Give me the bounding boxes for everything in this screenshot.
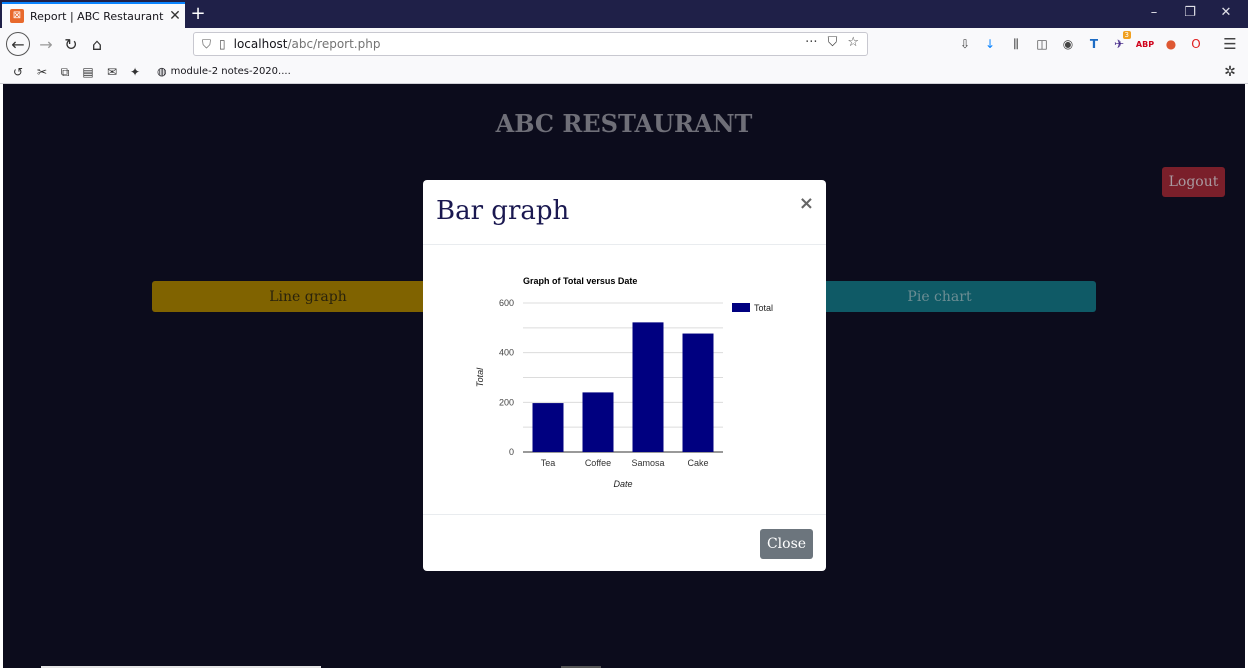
downloads-icon[interactable]: ↓ [981, 35, 999, 53]
y-axis-label: Total [475, 367, 485, 387]
address-bar[interactable]: ⛉ ▯ localhost/abc/report.php ··· ⛉ ☆ [193, 32, 868, 56]
legend-swatch [732, 303, 750, 312]
globe-icon: ◍ [157, 65, 167, 78]
history-icon[interactable]: ↺ [10, 64, 26, 80]
back-icon[interactable]: ← [6, 32, 30, 56]
x-tick-label: Cake [687, 458, 708, 468]
bookmark-module-notes[interactable]: ◍ module-2 notes-2020.... [157, 65, 291, 78]
tab-report[interactable]: ⊠ Report | ABC Restaurant ✕ [2, 2, 185, 28]
bookmark-star-icon[interactable]: ☆ [847, 35, 859, 50]
page-icon: ▯ [219, 37, 226, 51]
close-button[interactable]: Close [760, 529, 813, 559]
minimize-icon[interactable]: – [1144, 5, 1164, 20]
modal-close-icon[interactable]: × [799, 193, 814, 214]
x-axis-label: Date [613, 479, 632, 489]
x-tick-label: Coffee [585, 458, 611, 468]
restore-icon[interactable]: ❐ [1180, 5, 1200, 20]
logout-button[interactable]: Logout [1162, 167, 1225, 197]
pie-chart-button[interactable]: Pie chart [783, 281, 1096, 312]
bar-tea [532, 403, 564, 452]
modal-title: Bar graph [436, 196, 570, 226]
duckduckgo-icon[interactable]: ● [1162, 35, 1180, 53]
pocket-icon[interactable]: ⛉ [828, 35, 838, 50]
translate-extension-icon[interactable]: T [1085, 35, 1103, 53]
tab-strip: ⊠ Report | ABC Restaurant ✕ + – ❐ ✕ [0, 0, 1248, 28]
bar-cake [682, 333, 714, 452]
url-path: /abc/report.php [287, 37, 381, 51]
y-tick-label: 0 [509, 447, 514, 457]
bar-coffee [582, 392, 614, 452]
reload-icon[interactable]: ↻ [60, 33, 82, 55]
copy-icon[interactable]: ⧉ [57, 64, 73, 80]
modal-body: Graph of Total versus Date 0 200 400 600 Tota… [423, 246, 826, 514]
extensions-puzzle-icon[interactable]: ✦ [127, 64, 143, 80]
settings-gear-icon[interactable]: ✲ [1222, 64, 1238, 80]
email-icon[interactable]: ✉ [104, 64, 120, 80]
site-favicon-icon: ⊠ [10, 9, 24, 23]
chart-title: Graph of Total versus Date [523, 276, 637, 286]
y-tick-label: 600 [499, 298, 514, 308]
url-host: localhost [233, 37, 288, 51]
legend-label: Total [754, 303, 773, 313]
modal-footer: Close [423, 514, 826, 571]
x-tick-label: Samosa [631, 458, 664, 468]
y-tick-label: 400 [499, 348, 514, 358]
shield-icon[interactable]: ⛉ [202, 37, 211, 52]
opera-icon[interactable]: O [1187, 35, 1205, 53]
extension-badge: 3 [1122, 31, 1131, 39]
new-tab-icon[interactable]: + [189, 3, 207, 24]
modal-header: Bar graph × [423, 180, 826, 245]
x-tick-label: Tea [541, 458, 556, 468]
page-actions-icon[interactable]: ··· [805, 35, 817, 50]
adblock-icon[interactable]: ABP [1136, 35, 1154, 53]
bar-chart: Graph of Total versus Date 0 200 400 600 Tota… [475, 276, 773, 489]
save-page-icon[interactable]: ⇩ [956, 35, 974, 53]
close-window-icon[interactable]: ✕ [1216, 5, 1236, 20]
account-icon[interactable]: ◉ [1059, 35, 1077, 53]
y-tick-label: 200 [499, 397, 514, 407]
sidebar-icon[interactable]: ◫ [1033, 35, 1051, 53]
site-title: ABC RESTAURANT [495, 109, 753, 138]
bar-graph-modal: Bar graph × Graph of Total versus Date 0 2… [423, 180, 826, 571]
close-tab-icon[interactable]: ✕ [165, 8, 185, 24]
bar-samosa [632, 322, 664, 452]
navigation-toolbar: ← → ↻ ⌂ ⛉ ▯ localhost/abc/report.php ···… [0, 28, 1248, 60]
bookmarks-toolbar: ↺ ✂ ⧉ ▤ ✉ ✦ ◍ module-2 notes-2020.... ✲ [0, 60, 1248, 84]
line-graph-button[interactable]: Line graph [152, 281, 464, 312]
scroll-indicator [561, 666, 601, 668]
library-icon[interactable]: ⫼ [1007, 35, 1025, 53]
cut-icon[interactable]: ✂ [34, 64, 50, 80]
extension-bird-icon[interactable]: ✈ 3 [1110, 31, 1131, 53]
tab-title: Report | ABC Restaurant [30, 9, 164, 23]
forward-icon[interactable]: → [35, 33, 57, 55]
home-icon[interactable]: ⌂ [86, 33, 108, 55]
horizontal-scrollbar[interactable] [41, 666, 321, 668]
menu-icon[interactable]: ☰ [1221, 35, 1239, 53]
bookmark-label: module-2 notes-2020.... [170, 66, 291, 77]
paste-icon[interactable]: ▤ [80, 64, 96, 80]
